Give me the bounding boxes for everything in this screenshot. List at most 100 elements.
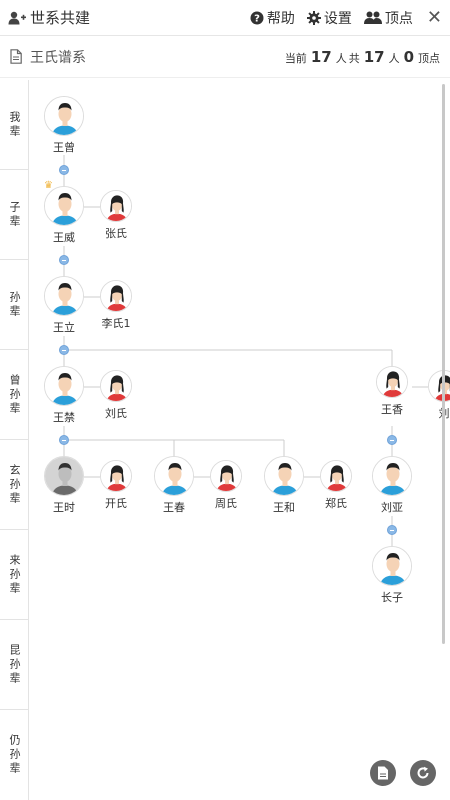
collapse-toggle[interactable] (387, 525, 397, 535)
generation-label: 我辈 (8, 110, 21, 139)
collapse-toggle[interactable] (387, 435, 397, 445)
generation-label: 来孙辈 (8, 553, 21, 596)
person-name: 王立 (53, 321, 75, 334)
add-user-icon[interactable] (8, 11, 26, 25)
person-node[interactable]: 郑氏 (314, 460, 358, 511)
family-tree: ♛ 王曾 王威 张氏 王立 李氏1 王禁 刘氏 王香 刘 王时 开氏 王春 周氏… (28, 80, 450, 800)
top-bar: 世系共建 ? 帮助 设置 顶点 ✕ (0, 0, 450, 36)
help-icon: ? (250, 11, 264, 24)
avatar[interactable] (376, 366, 408, 398)
avatar[interactable] (100, 280, 132, 312)
generation-label: 子辈 (8, 200, 21, 229)
avatar[interactable] (320, 460, 352, 492)
document-icon (378, 766, 388, 780)
collapse-toggle[interactable] (59, 435, 69, 445)
avatar[interactable] (372, 546, 412, 586)
avatar[interactable] (372, 456, 412, 496)
total-label: 共 (348, 51, 360, 65)
person-name: 开氏 (105, 497, 127, 510)
avatar[interactable] (100, 370, 132, 402)
person-name: 王曾 (53, 141, 75, 154)
generation-sidebar: 我辈 子辈 孙辈 曾孙辈 玄孙辈 来孙辈 昆孙辈 仍孙辈 (0, 80, 29, 800)
person-name: 刘亚 (381, 501, 403, 514)
avatar[interactable] (264, 456, 304, 496)
collapse-toggle[interactable] (59, 165, 69, 175)
help-label: 帮助 (266, 10, 295, 27)
generation-row: 玄孙辈 (0, 440, 28, 530)
generation-row: 子辈 (0, 170, 28, 260)
sub-header: 王氏谱系 当前 17 人 共 17 人 0 顶点 (0, 36, 450, 78)
help-button[interactable]: ? 帮助 (250, 8, 295, 28)
close-icon[interactable]: ✕ (427, 8, 442, 27)
vertex-count-label: 顶点 (418, 51, 440, 65)
person-node[interactable]: 王香 (362, 366, 422, 417)
person-node[interactable]: 张氏 (94, 190, 138, 241)
person-node[interactable]: 王春 (144, 456, 204, 515)
person-name: 李氏1 (101, 317, 131, 330)
svg-text:?: ? (254, 13, 260, 24)
generation-row: 来孙辈 (0, 530, 28, 620)
genealogy-title: 王氏谱系 (30, 49, 86, 66)
gear-icon (306, 10, 321, 25)
person-node[interactable]: 长子 (362, 546, 422, 605)
generation-label: 玄孙辈 (8, 463, 21, 506)
avatar[interactable] (100, 190, 132, 222)
person-name: 周氏 (215, 497, 237, 510)
vertex-count: 0 (403, 47, 414, 66)
generation-row: 我辈 (0, 80, 28, 170)
person-node[interactable]: 刘 (422, 370, 450, 421)
person-name: 长子 (381, 591, 403, 604)
avatar[interactable] (44, 456, 84, 496)
person-name: 王禁 (53, 411, 75, 424)
export-document-button[interactable] (370, 760, 396, 786)
person-node[interactable]: 王威 (34, 186, 94, 245)
generation-row: 昆孙辈 (0, 620, 28, 710)
avatar[interactable] (154, 456, 194, 496)
generation-row: 孙辈 (0, 260, 28, 350)
avatar[interactable] (44, 186, 84, 226)
person-node[interactable]: 王立 (34, 276, 94, 335)
person-name: 王威 (53, 231, 75, 244)
avatar[interactable] (44, 276, 84, 316)
total-count: 17 (363, 47, 385, 66)
current-count: 17 (310, 47, 332, 66)
settings-label: 设置 (323, 10, 352, 27)
avatar[interactable] (44, 366, 84, 406)
person-node[interactable]: 王时 (34, 456, 94, 515)
refresh-button[interactable] (410, 760, 436, 786)
person-node[interactable]: 王曾 (34, 96, 94, 155)
avatar[interactable] (100, 460, 132, 492)
generation-label: 昆孙辈 (8, 643, 21, 686)
vertex-label: 顶点 (384, 10, 413, 27)
avatar[interactable] (44, 96, 84, 136)
avatar[interactable] (210, 460, 242, 492)
users-icon (363, 11, 382, 24)
app-title: 世系共建 (8, 7, 90, 28)
unit-label: 人 (335, 51, 347, 65)
settings-button[interactable]: 设置 (306, 8, 352, 28)
generation-row: 曾孙辈 (0, 350, 28, 440)
collapse-toggle[interactable] (59, 345, 69, 355)
person-name: 王香 (381, 403, 403, 416)
person-node[interactable]: 王和 (254, 456, 314, 515)
person-name: 刘氏 (105, 407, 127, 420)
person-node[interactable]: 李氏1 (94, 280, 138, 331)
person-node[interactable]: 周氏 (204, 460, 248, 511)
person-name: 王和 (273, 501, 295, 514)
generation-label: 孙辈 (8, 290, 21, 319)
generation-row: 仍孙辈 (0, 710, 28, 800)
generation-label: 仍孙辈 (8, 734, 21, 776)
person-name: 张氏 (105, 227, 127, 240)
vertex-button[interactable]: 顶点 (363, 8, 413, 28)
avatar[interactable] (428, 370, 450, 402)
people-counts: 当前 17 人 共 17 人 0 顶点 (285, 48, 440, 66)
person-node[interactable]: 开氏 (94, 460, 138, 511)
collapse-toggle[interactable] (59, 255, 69, 265)
person-node[interactable]: 刘氏 (94, 370, 138, 421)
person-node[interactable]: 刘亚 (362, 456, 422, 515)
person-node[interactable]: 王禁 (34, 366, 94, 425)
document-icon (10, 49, 22, 64)
vertical-scrollbar[interactable] (442, 84, 445, 644)
person-name: 王时 (53, 501, 75, 514)
refresh-icon (417, 766, 429, 779)
